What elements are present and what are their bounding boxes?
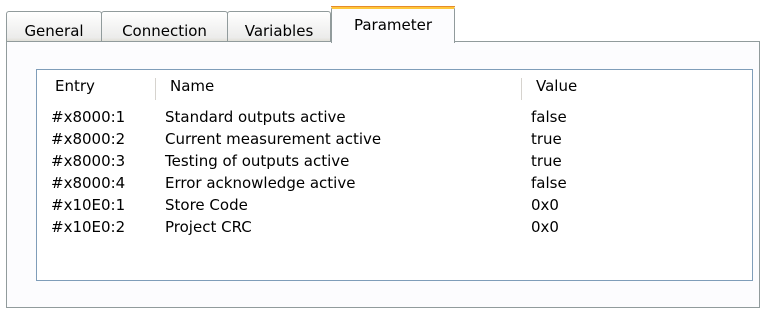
value-cell: 0x0 [531, 196, 559, 214]
tab-label: General [24, 22, 84, 40]
entry-cell: #x10E0:1 [51, 196, 126, 214]
entry-cell: #x8000:1 [51, 108, 126, 126]
list-body: #x8000:1 Standard outputs active false #… [37, 106, 752, 238]
column-header-label: Value [536, 77, 578, 95]
tab-variables[interactable]: Variables [227, 11, 331, 42]
name-cell: Standard outputs active [165, 108, 346, 126]
tab-panel-parameter: Entry Name Value #x8000:1 Standard outpu… [6, 41, 760, 308]
tab-parameter[interactable]: Parameter [331, 6, 455, 43]
list-row[interactable]: #x10E0:1 Store Code 0x0 [37, 194, 752, 216]
name-cell: Project CRC [165, 218, 252, 236]
list-row[interactable]: #x10E0:2 Project CRC 0x0 [37, 216, 752, 238]
list-row[interactable]: #x8000:2 Current measurement active true [37, 128, 752, 150]
parameter-list-view[interactable]: Entry Name Value #x8000:1 Standard outpu… [36, 69, 753, 281]
list-row[interactable]: #x8000:4 Error acknowledge active false [37, 172, 752, 194]
tab-general[interactable]: General [6, 11, 102, 42]
list-row[interactable]: #x8000:1 Standard outputs active false [37, 106, 752, 128]
entry-cell: #x10E0:2 [51, 218, 126, 236]
list-header: Entry Name Value [37, 70, 752, 103]
value-cell: true [531, 152, 562, 170]
name-cell: Error acknowledge active [165, 174, 356, 192]
value-cell: true [531, 130, 562, 148]
column-header-value[interactable]: Value [536, 70, 736, 103]
column-divider[interactable] [155, 78, 156, 100]
tab-connection[interactable]: Connection [101, 11, 228, 42]
column-header-name[interactable]: Name [170, 70, 520, 103]
entry-cell: #x8000:2 [51, 130, 126, 148]
tab-label: Variables [244, 22, 314, 40]
value-cell: 0x0 [531, 218, 559, 236]
tab-label: Parameter [353, 16, 433, 34]
column-divider[interactable] [521, 78, 522, 100]
column-header-entry[interactable]: Entry [55, 70, 165, 103]
column-header-label: Entry [55, 77, 95, 95]
column-header-label: Name [170, 77, 215, 95]
tab-label: Connection [122, 22, 207, 40]
name-cell: Current measurement active [165, 130, 382, 148]
list-row[interactable]: #x8000:3 Testing of outputs active true [37, 150, 752, 172]
value-cell: false [531, 108, 567, 126]
entry-cell: #x8000:4 [51, 174, 126, 192]
name-cell: Testing of outputs active [165, 152, 350, 170]
entry-cell: #x8000:3 [51, 152, 126, 170]
value-cell: false [531, 174, 567, 192]
name-cell: Store Code [165, 196, 248, 214]
